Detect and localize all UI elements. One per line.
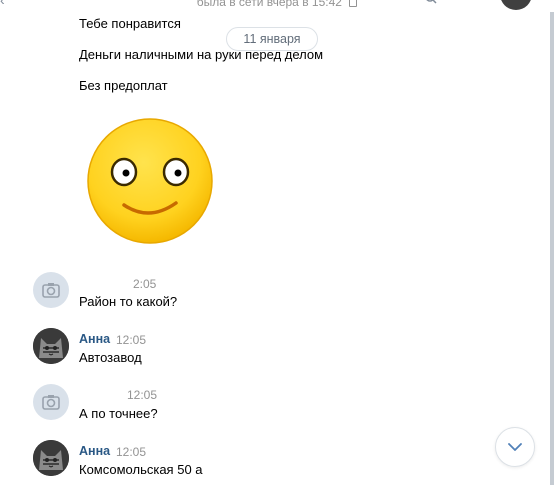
message-text: Автозавод [79, 350, 142, 365]
message-author[interactable]: Анна [79, 444, 110, 458]
chat-history: ‹ была в сети вчера в 15:42 Тебе понрави… [0, 0, 554, 485]
cat-photo-icon [33, 328, 69, 364]
message-time: 2:05 [133, 277, 157, 291]
cat-photo-icon [33, 440, 69, 476]
message-time: 12:05 [116, 333, 147, 347]
scroll-down-button[interactable] [495, 427, 535, 467]
mobile-icon [349, 0, 358, 7]
chat-header: ‹ была в сети вчера в 15:42 [0, 0, 554, 12]
online-status: была в сети вчера в 15:42 [0, 0, 554, 9]
camera-icon [42, 395, 60, 410]
avatar[interactable] [33, 384, 69, 420]
message-line: Тебе понравится [79, 16, 181, 31]
date-separator: 11 января [226, 27, 318, 51]
avatar[interactable] [33, 272, 69, 308]
message-author[interactable]: Анна [79, 332, 110, 346]
message-text: А по точнее? [79, 406, 158, 421]
avatar[interactable] [33, 440, 69, 476]
avatar[interactable] [33, 328, 69, 364]
search-icon[interactable] [425, 0, 437, 4]
smiley-sticker[interactable] [86, 117, 214, 245]
message-text: Комсомольская 50 а [79, 462, 203, 477]
message-line: Без предоплат [79, 78, 168, 93]
message-time: 12:05 [116, 445, 147, 459]
message-time: 12:05 [127, 388, 158, 402]
status-text: была в сети вчера в 15:42 [196, 0, 342, 9]
scrollbar-thumb[interactable] [550, 0, 554, 485]
camera-icon [42, 283, 60, 298]
message-text: Район то какой? [79, 294, 178, 309]
chevron-down-icon [508, 443, 522, 451]
